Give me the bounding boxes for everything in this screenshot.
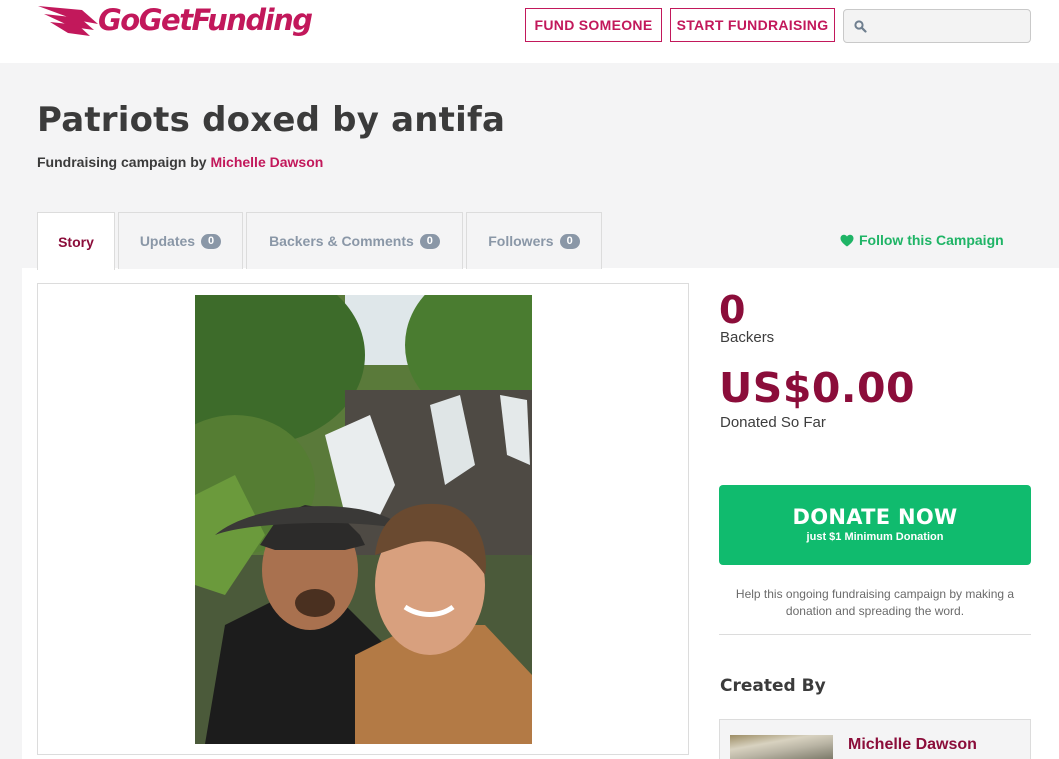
tab-updates[interactable]: Updates 0 — [118, 212, 243, 269]
backers-count: 0 — [719, 288, 746, 332]
search-box[interactable] — [843, 9, 1031, 43]
amount-label: Donated So Far — [720, 414, 826, 431]
fund-someone-button[interactable]: FUND SOMEONE — [525, 8, 662, 42]
campaign-photo — [195, 295, 532, 744]
donate-now-button[interactable]: DONATE NOW just $1 Minimum Donation — [719, 485, 1031, 565]
follow-campaign-link[interactable]: Follow this Campaign — [840, 232, 1004, 248]
tab-label: Backers & Comments — [269, 233, 414, 249]
winged-logo-icon — [38, 6, 98, 36]
heart-icon — [840, 234, 854, 246]
amount-raised: US$0.00 — [719, 364, 916, 412]
search-icon — [854, 20, 867, 33]
logo-wordmark: GoGetFunding — [98, 3, 313, 37]
donate-sublabel: just $1 Minimum Donation — [806, 531, 944, 543]
organizer-link[interactable]: Michelle Dawson — [210, 154, 323, 170]
backers-label: Backers — [720, 329, 775, 346]
site-header: GoGetFunding FUND SOMEONE START FUNDRAIS… — [0, 0, 1059, 63]
follow-label: Follow this Campaign — [859, 232, 1004, 248]
campaign-subtitle: Fundraising campaign by Michelle Dawson — [37, 154, 323, 170]
tab-label: Followers — [488, 233, 554, 249]
tab-label: Updates — [139, 233, 196, 249]
tab-label: Story — [58, 233, 94, 250]
creator-avatar[interactable] — [730, 735, 833, 759]
tab-followers[interactable]: Followers 0 — [466, 212, 602, 269]
site-logo[interactable]: GoGetFunding — [36, 0, 313, 44]
campaign-title: Patriots doxed by antifa — [37, 100, 506, 140]
tab-story[interactable]: Story — [37, 212, 115, 270]
search-input[interactable] — [872, 14, 1026, 38]
count-badge: 0 — [559, 233, 580, 249]
help-text: Help this ongoing fundraising campaign b… — [735, 587, 1015, 618]
count-badge: 0 — [419, 233, 440, 249]
subtitle-prefix: Fundraising campaign by — [37, 154, 207, 170]
divider — [719, 634, 1031, 635]
tab-backers-comments[interactable]: Backers & Comments 0 — [246, 212, 463, 269]
created-by-heading: Created By — [720, 676, 826, 696]
donate-label: DONATE NOW — [792, 505, 958, 529]
start-fundraising-button[interactable]: START FUNDRAISING — [670, 8, 835, 42]
count-badge: 0 — [201, 233, 222, 249]
creator-name[interactable]: Michelle Dawson — [848, 736, 977, 754]
